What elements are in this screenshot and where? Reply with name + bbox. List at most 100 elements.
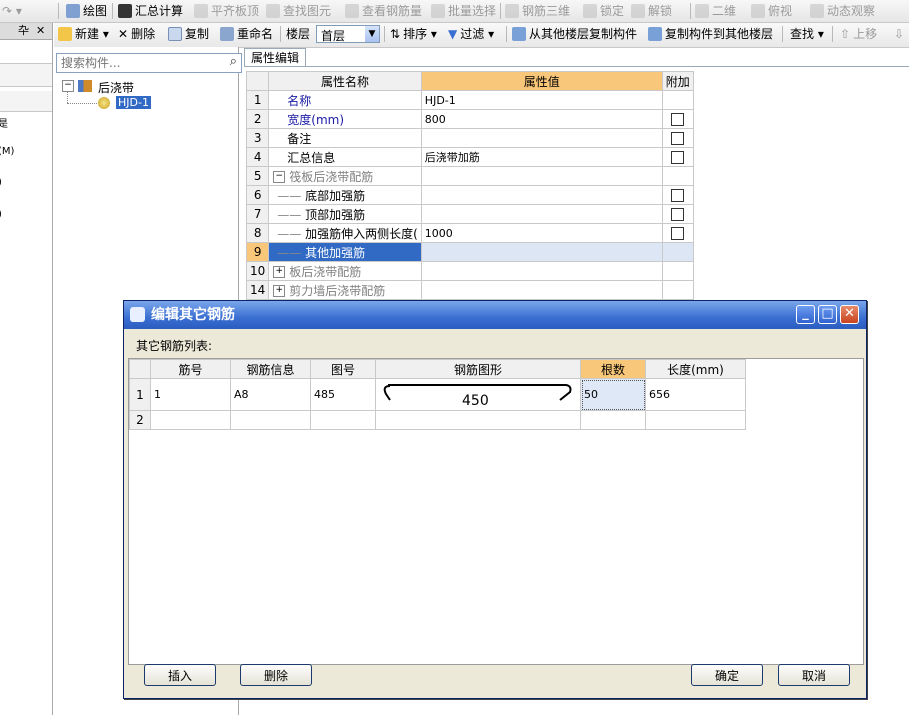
extra-checkbox[interactable] — [671, 208, 685, 221]
extra-checkbox[interactable] — [671, 132, 685, 145]
property-row[interactable]: 8 —— 加强筋伸入两侧长度(1000 — [245, 223, 694, 243]
property-name-cell[interactable]: 汇总信息 — [268, 147, 422, 167]
table-row[interactable]: 1 1 A8 485 450 50 656 — [129, 378, 746, 411]
toolbar-2d-button[interactable]: 二维 — [695, 2, 736, 20]
property-value-cell[interactable] — [420, 204, 663, 224]
tree-item-hjd-1[interactable]: HJD-1 — [116, 96, 151, 109]
close-icon[interactable]: ✕ — [36, 23, 45, 39]
property-row[interactable]: 2 宽度(mm) 800 — [245, 109, 694, 129]
toolbar-pencil-button[interactable]: 绘图 — [66, 2, 107, 20]
bar-number-header[interactable]: 筋号 — [150, 359, 231, 379]
property-row[interactable]: 3 备注 — [245, 128, 694, 148]
property-name-cell[interactable]: —— 底部加强筋 — [268, 185, 422, 205]
property-row[interactable]: 6 —— 底部加强筋 — [245, 185, 694, 205]
cancel-button[interactable]: 取消 — [778, 664, 850, 686]
redo-icon[interactable]: ↷ ▾ — [2, 2, 22, 20]
rebar-info-cell[interactable] — [230, 410, 311, 430]
search-input[interactable] — [57, 54, 215, 72]
property-value-cell[interactable] — [420, 185, 663, 205]
property-name-cell[interactable]: —— 顶部加强筋 — [268, 204, 422, 224]
sort-button[interactable]: ⇅ 排序 ▾ — [390, 25, 437, 43]
property-row[interactable]: 14 + 剪力墙后浇带配筋 — [245, 280, 694, 300]
extra-cell[interactable] — [661, 109, 694, 129]
table-row[interactable]: 2 — [129, 410, 746, 430]
property-value-cell[interactable] — [420, 280, 663, 300]
property-value-cell[interactable]: HJD-1 — [420, 90, 663, 110]
extra-checkbox[interactable] — [671, 227, 685, 240]
delete-row-button[interactable]: 删除 — [240, 664, 312, 686]
property-value-header[interactable]: 属性值 — [420, 71, 663, 91]
tab-property-editor[interactable]: 属性编辑 — [244, 48, 306, 67]
dialog-title-bar[interactable]: 编辑其它钢筋 _ □ ✕ — [124, 301, 866, 329]
property-name-cell[interactable]: 宽度(mm) — [268, 109, 422, 129]
filter-button[interactable]: ▼ 过滤 ▾ — [448, 25, 494, 43]
toolbar-orbit-button[interactable]: 动态观察 — [810, 2, 875, 20]
extra-cell[interactable] — [661, 204, 694, 224]
length-cell[interactable]: 656 — [645, 378, 746, 411]
rebar-shape-cell[interactable]: 450 — [375, 378, 581, 411]
count-header[interactable]: 根数 — [580, 359, 646, 379]
figure-number-cell[interactable] — [310, 410, 376, 430]
rebar-shape-cell[interactable] — [375, 410, 581, 430]
toolbar-top-view-button[interactable]: 俯视 — [751, 2, 792, 20]
move-up-button[interactable]: ⇧ 上移 — [840, 25, 877, 43]
property-name-cell[interactable]: + 板后浇带配筋 — [268, 261, 422, 281]
property-name-cell[interactable]: − 筏板后浇带配筋 — [268, 166, 422, 186]
property-value-cell[interactable]: 后浇带加筋 — [420, 147, 663, 167]
property-value-cell[interactable] — [420, 166, 663, 186]
extra-checkbox[interactable] — [671, 189, 685, 202]
expand-icon[interactable]: + — [273, 266, 286, 278]
extra-checkbox[interactable] — [671, 113, 685, 126]
search-icon[interactable]: ⌕ — [230, 54, 237, 69]
property-value-cell[interactable] — [420, 128, 663, 148]
toolbar-unlock-button[interactable]: 解锁 — [631, 2, 672, 20]
extra-header[interactable]: 附加 — [661, 71, 694, 91]
rebar-info-cell[interactable]: A8 — [230, 378, 311, 411]
extra-cell[interactable] — [661, 128, 694, 148]
copy-button[interactable]: 复制 — [168, 25, 209, 43]
pin-icon[interactable]: 卆 — [18, 23, 29, 39]
property-row[interactable]: 7 —— 顶部加强筋 — [245, 204, 694, 224]
property-name-header[interactable]: 属性名称 — [268, 71, 422, 91]
rebar-info-header[interactable]: 钢筋信息 — [230, 359, 311, 379]
insert-button[interactable]: 插入 — [144, 664, 216, 686]
property-value-cell[interactable]: 800 — [420, 109, 663, 129]
toolbar-binoculars-button[interactable]: 查找图元 — [266, 2, 331, 20]
toolbar-sigma-button[interactable]: 汇总计算 — [118, 2, 183, 20]
toolbar-rebar-qty-button[interactable]: 查看钢筋量 — [345, 2, 422, 20]
property-value-cell[interactable]: 1000 — [420, 223, 663, 243]
count-cell[interactable] — [580, 410, 646, 430]
property-value-cell[interactable] — [420, 242, 663, 262]
rename-button[interactable]: 重命名 — [220, 25, 273, 43]
bar-number-cell[interactable]: 1 — [150, 378, 231, 411]
count-cell[interactable]: 50 — [580, 378, 646, 411]
property-name-cell[interactable]: 名称 — [268, 90, 422, 110]
length-header[interactable]: 长度(mm) — [645, 359, 746, 379]
toolbar-rebar-3d-button[interactable]: 钢筋三维 — [505, 2, 570, 20]
tree-root-label[interactable]: 后浇带 — [98, 79, 134, 96]
rebar-shape-header[interactable]: 钢筋图形 — [375, 359, 581, 379]
extra-cell[interactable] — [661, 147, 694, 167]
toolbar-lock-button[interactable]: 锁定 — [583, 2, 624, 20]
toolbar-batch-select-button[interactable]: 批量选择 — [431, 2, 496, 20]
new-button[interactable]: 新建 ▾ — [58, 25, 109, 43]
copy-to-floor-button[interactable]: 复制构件到其他楼层 — [648, 25, 773, 43]
property-name-cell[interactable]: 备注 — [268, 128, 422, 148]
move-down-button[interactable]: ⇩ — [894, 25, 904, 43]
figure-number-cell[interactable]: 485 — [310, 378, 376, 411]
collapse-icon[interactable]: − — [273, 171, 286, 183]
find-button[interactable]: 查找 ▾ — [790, 25, 824, 43]
property-value-cell[interactable] — [420, 261, 663, 281]
chevron-down-icon[interactable]: ▼ — [365, 26, 379, 42]
maximize-button[interactable]: □ — [818, 305, 837, 324]
copy-from-floor-button[interactable]: 从其他楼层复制构件 — [512, 25, 637, 43]
property-row[interactable]: 10 + 板后浇带配筋 — [245, 261, 694, 281]
property-row[interactable]: 1 名称 HJD-1 — [245, 90, 694, 110]
property-row[interactable]: 5− 筏板后浇带配筋 — [245, 166, 694, 186]
figure-number-header[interactable]: 图号 — [310, 359, 376, 379]
extra-cell[interactable] — [661, 185, 694, 205]
property-row[interactable]: 9 —— 其他加强筋 — [245, 242, 694, 262]
delete-button[interactable]: ✕ 删除 — [118, 25, 155, 43]
property-name-cell[interactable]: + 剪力墙后浇带配筋 — [268, 280, 422, 300]
floor-select[interactable]: 首层 ▼ — [316, 25, 380, 43]
